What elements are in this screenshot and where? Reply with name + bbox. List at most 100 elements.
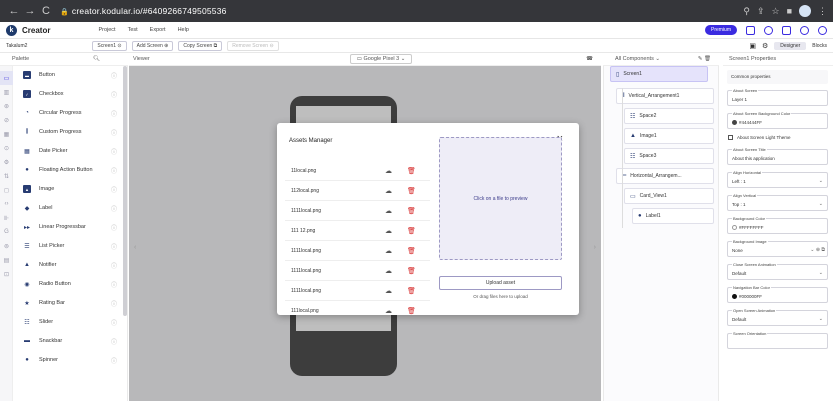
menu-export[interactable]: Export [150,27,166,33]
image-actions-icon[interactable]: ⌄ ⊕ ⧉ [810,247,825,253]
palette-item-radio-button[interactable]: ◉ Radio Button ⓘ [13,275,123,293]
category-more-icon[interactable]: ⊡ [0,267,13,281]
asset-row[interactable]: 1111local.png ☁ 🗑︎ [285,201,430,221]
blocks-button[interactable]: Blocks [812,43,827,49]
palette-item-label[interactable]: ◆ Label ⓘ [13,199,123,217]
palette-item-snackbar[interactable]: ▬ Snackbar ⓘ [13,332,123,350]
delete-icon[interactable]: 🗑︎ [407,307,416,315]
delete-icon[interactable]: 🗑︎ [407,207,416,215]
download-cloud-icon[interactable]: ☁ [385,247,392,255]
star-icon[interactable]: ☆ [771,6,779,17]
tablet-icon[interactable] [746,25,755,35]
category-monetization-icon[interactable]: ⊚ [0,239,13,253]
device-select[interactable]: ▭ Google Pixel 3 ⌄ [349,54,413,64]
info-icon[interactable]: ⓘ [111,109,117,118]
premium-button[interactable]: Premium [704,25,737,35]
info-icon[interactable]: ⓘ [111,280,117,289]
designer-button[interactable]: Designer [774,41,807,50]
palette-item-circular-progress[interactable]: ◔ Circular Progress ⓘ [13,104,123,122]
info-icon[interactable]: ⓘ [111,356,117,365]
search-icon[interactable]: 🔍︎ [93,56,100,62]
search-icon[interactable]: ⚲ [743,6,750,17]
help-icon[interactable] [800,25,809,35]
component-space3[interactable]: ☷ Space3 [624,148,714,164]
about-screen-field[interactable]: About Screen Layer 1 [727,88,828,106]
navigation-bar-color-field[interactable]: Navigation Bar Color #000000FF [727,285,828,303]
asset-row[interactable]: 1111local.png ☁ 🗑︎ [285,261,430,281]
delete-icon[interactable]: 🗑︎ [407,247,416,255]
align-horizontal-select[interactable]: Align Horizontal Left : 1 ⌄ [727,170,828,188]
category-media-icon[interactable]: ⊛ [0,99,13,113]
delete-icon[interactable]: 🗑︎ [407,187,416,195]
palette-item-linear-progressbar[interactable]: ▸▸ Linear Progressbar ⓘ [13,218,123,236]
gallery-icon[interactable] [782,25,791,35]
download-cloud-icon[interactable]: ☁ [385,167,392,175]
palette-item-checkbox[interactable]: ✓ Checkbox ⓘ [13,85,123,103]
window-icon[interactable]: ■ [787,6,792,16]
palette-scrollbar[interactable] [123,66,127,316]
screen-select[interactable]: Screen1 ⊙ [87,40,127,51]
download-cloud-icon[interactable]: ☁ [385,227,392,235]
info-icon[interactable]: ⓘ [111,242,117,251]
palette-item-notifier[interactable]: ▲ Notifier ⓘ [13,256,123,274]
info-icon[interactable]: ⓘ [111,337,117,346]
component-screen1[interactable]: ▯ Screen1 [610,66,708,82]
download-cloud-icon[interactable]: ☁ [385,207,392,215]
add-screen-button[interactable]: Add Screen ⊕ [131,40,174,51]
info-icon[interactable]: ⓘ [111,299,117,308]
category-google-icon[interactable]: G [0,225,13,239]
gear-icon[interactable]: ⚙ [762,42,768,50]
delete-icon[interactable]: 🗑︎ [407,227,416,235]
delete-icon[interactable]: 🗑︎ [407,267,416,275]
screen-icon[interactable]: ▣ [749,42,756,50]
palette-item-custom-progress[interactable]: ⫼ Custom Progress ⓘ [13,123,123,141]
light-theme-checkbox[interactable]: About Screen Light Theme [728,135,790,140]
settings-icon[interactable] [764,25,773,35]
asset-row[interactable]: 1111local.png ☁ 🗑︎ [285,281,430,301]
info-icon[interactable]: ⓘ [111,71,117,80]
category-drawing-icon[interactable]: ⊘ [0,113,13,127]
menu-help[interactable]: Help [178,27,189,33]
edit-icon[interactable]: ✎ 🗑 [698,56,711,62]
close-animation-select[interactable]: Close Screen Animation Default ⌄ [727,262,828,280]
upload-asset-button[interactable]: Upload asset [439,276,562,290]
forward-icon[interactable]: → [22,5,38,17]
category-storage-icon[interactable]: ⇅ [0,169,13,183]
component-horizontal-arrangement[interactable]: ═ Horizontal_Arrangem... [616,168,714,184]
delete-icon[interactable]: 🗑︎ [407,167,416,175]
category-code-icon[interactable]: ‹› [0,197,13,211]
palette-item-slider[interactable]: ☷ Slider ⓘ [13,313,123,331]
info-icon[interactable]: ⓘ [111,261,117,270]
palette-item-button[interactable]: ▬ Button ⓘ [13,66,123,84]
download-cloud-icon[interactable]: ☁ [385,187,392,195]
account-icon[interactable] [818,25,827,35]
category-social-icon[interactable]: ⚙ [0,155,13,169]
palette-item-date-picker[interactable]: ▦ Date Picker ⓘ [13,142,123,160]
menu-project[interactable]: Project [98,27,115,33]
component-card-view1[interactable]: ▭ Card_View1 [624,188,714,204]
info-icon[interactable]: ⓘ [111,128,117,137]
info-icon[interactable]: ⓘ [111,223,117,232]
info-icon[interactable]: ⓘ [111,147,117,156]
info-icon[interactable]: ⓘ [111,90,117,99]
info-icon[interactable]: ⓘ [111,204,117,213]
palette-item-spinner[interactable]: ● Spinner ⓘ [13,351,123,369]
download-cloud-icon[interactable]: ☁ [385,267,392,275]
asset-row[interactable]: 11local.png ☁ 🗑︎ [285,161,430,181]
info-icon[interactable]: ⓘ [111,166,117,175]
category-connectivity-icon[interactable]: ◻ [0,183,13,197]
align-vertical-select[interactable]: Align Vertical Top : 1 ⌄ [727,193,828,211]
share-icon[interactable]: ⇪ [757,6,765,17]
category-user-interface-icon[interactable]: ▭ [0,71,13,85]
background-color-field[interactable]: Background Color #FFFFFFFF [727,216,828,234]
more-icon[interactable]: ⋮ [818,6,827,17]
about-bg-color-field[interactable]: About Screen Background Color #444444FF [727,111,828,129]
component-vertical-arrangement[interactable]: ⫴ Vertical_Arrangement1 [616,88,714,104]
component-image1[interactable]: ▲ Image1 [624,128,714,144]
component-label1[interactable]: ● Label1 [632,208,714,224]
info-icon[interactable]: ⓘ [111,185,117,194]
asset-row[interactable]: 112local.png ☁ 🗑︎ [285,181,430,201]
background-image-select[interactable]: Background Image None ⌄ ⊕ ⧉ [727,239,828,257]
palette-item-floating-action-button[interactable]: ● Floating Action Button ⓘ [13,161,123,179]
components-select[interactable]: All Components ⌄ [615,56,660,62]
